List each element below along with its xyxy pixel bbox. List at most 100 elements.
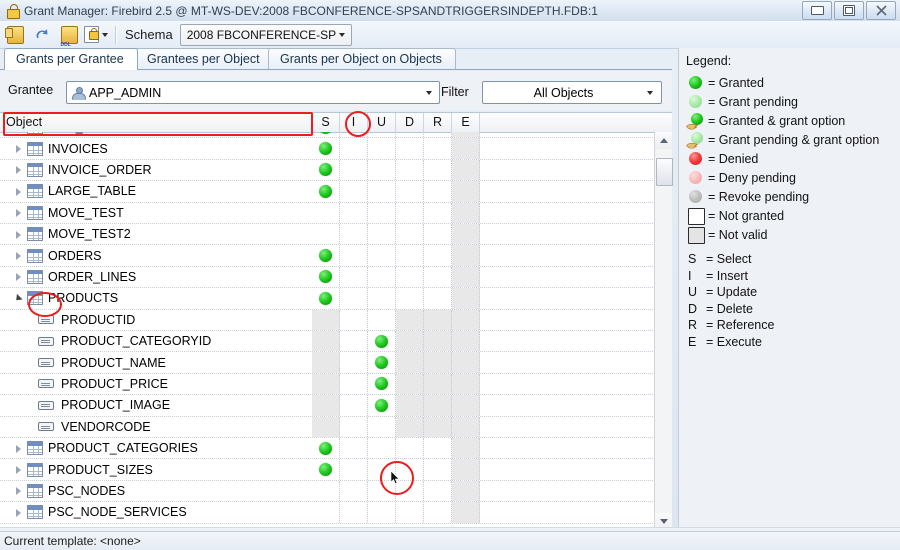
permission-cell-d[interactable] (396, 459, 424, 480)
permission-cell-i[interactable] (340, 138, 368, 159)
scroll-up-arrow-icon[interactable] (655, 132, 672, 149)
table-row[interactable]: PRODUCTID (0, 309, 655, 331)
permission-cell-e[interactable] (452, 266, 480, 288)
permission-cell-r[interactable] (424, 202, 452, 223)
grant-options-button[interactable] (84, 23, 108, 46)
permission-cell-r[interactable] (424, 373, 452, 395)
permission-cell-s[interactable] (312, 224, 340, 245)
permission-cell-r[interactable] (424, 502, 452, 523)
table-row[interactable]: PRODUCTS (0, 288, 655, 310)
expand-triangle-icon[interactable] (12, 484, 25, 497)
permission-cell-i[interactable] (340, 266, 368, 288)
permission-cell-u[interactable] (368, 438, 396, 459)
column-header-update[interactable]: U (368, 113, 396, 132)
expand-triangle-icon[interactable] (12, 132, 25, 134)
undo-button[interactable] (30, 23, 54, 46)
tab-grants-per-object-on-objects[interactable]: Grants per Object on Objects (268, 48, 456, 70)
cell-object[interactable]: PRODUCTID (0, 310, 312, 330)
permission-cell-i[interactable] (340, 502, 368, 523)
table-row[interactable]: PRODUCT_NAME (0, 352, 655, 374)
permission-cell-i[interactable] (340, 181, 368, 202)
permission-cell-u[interactable] (368, 395, 396, 416)
permission-cell-r[interactable] (424, 352, 452, 373)
column-header-select[interactable]: S (312, 113, 340, 132)
permission-cell-e[interactable] (452, 480, 480, 502)
permission-cell-d[interactable] (396, 181, 424, 202)
tab-grants-per-grantee[interactable]: Grants per Grantee (4, 48, 138, 70)
permission-cell-e[interactable] (452, 288, 480, 309)
permission-cell-e[interactable] (452, 416, 480, 437)
permission-cell-s[interactable] (312, 480, 340, 502)
permission-cell-r[interactable] (424, 138, 452, 159)
expand-triangle-icon[interactable] (12, 442, 25, 455)
cell-object[interactable]: ORDER_LINES (0, 267, 312, 287)
permission-cell-u[interactable] (368, 459, 396, 480)
permission-cell-u[interactable] (368, 245, 396, 266)
permission-cell-e[interactable] (452, 245, 480, 266)
permission-cell-u[interactable] (368, 309, 396, 330)
permission-cell-i[interactable] (340, 373, 368, 395)
permission-cell-u[interactable] (368, 138, 396, 159)
permission-cell-s[interactable] (312, 159, 340, 181)
permission-cell-e[interactable] (452, 309, 480, 330)
permission-cell-i[interactable] (340, 159, 368, 181)
permission-cell-e[interactable] (452, 202, 480, 223)
permission-cell-u[interactable] (368, 373, 396, 395)
permission-cell-e[interactable] (452, 181, 480, 202)
permission-cell-d[interactable] (396, 352, 424, 373)
table-row[interactable]: INVOICE_ORDER (0, 159, 655, 182)
permission-cell-d[interactable] (396, 245, 424, 266)
permission-cell-d[interactable] (396, 331, 424, 352)
permission-cell-r[interactable] (424, 159, 452, 181)
close-button[interactable] (866, 1, 896, 20)
table-row[interactable]: PSC_NODES (0, 480, 655, 503)
permission-cell-d[interactable] (396, 288, 424, 309)
permission-cell-i[interactable] (340, 480, 368, 502)
permission-cell-s[interactable] (312, 309, 340, 330)
expand-triangle-icon[interactable] (12, 206, 25, 219)
table-row[interactable]: PRODUCT_CATEGORIES (0, 438, 655, 460)
table-row[interactable]: ORDERS (0, 245, 655, 267)
table-row[interactable]: MOVE_TEST (0, 202, 655, 224)
permission-cell-r[interactable] (424, 395, 452, 416)
permission-cell-i[interactable] (340, 459, 368, 480)
expand-triangle-icon[interactable] (12, 249, 25, 262)
cell-object[interactable]: PRODUCTS (0, 288, 312, 308)
collapse-triangle-icon[interactable] (12, 292, 25, 305)
column-header-insert[interactable]: I (340, 113, 368, 132)
expand-triangle-icon[interactable] (12, 163, 25, 176)
table-row[interactable]: PSC_NODE_SERVICES (0, 502, 655, 524)
table-row[interactable]: PRODUCT_CATEGORYID (0, 331, 655, 353)
permission-cell-r[interactable] (424, 309, 452, 330)
permission-cell-s[interactable] (312, 438, 340, 459)
permission-cell-d[interactable] (396, 202, 424, 223)
permission-cell-i[interactable] (340, 331, 368, 352)
column-header-reference[interactable]: R (424, 113, 452, 132)
maximize-button[interactable] (834, 1, 864, 20)
permission-cell-u[interactable] (368, 159, 396, 181)
cell-object[interactable]: PRODUCT_CATEGORIES (0, 438, 312, 458)
permission-cell-r[interactable] (424, 266, 452, 288)
expand-triangle-icon[interactable] (12, 185, 25, 198)
cell-object[interactable]: PRODUCT_NAME (0, 352, 312, 372)
cell-object[interactable]: ORDERS (0, 245, 312, 265)
permission-cell-i[interactable] (340, 309, 368, 330)
permission-cell-u[interactable] (368, 331, 396, 352)
permission-cell-u[interactable] (368, 181, 396, 202)
permission-cell-d[interactable] (396, 159, 424, 181)
permission-cell-u[interactable] (368, 288, 396, 309)
expand-triangle-icon[interactable] (12, 506, 25, 519)
cell-object[interactable]: MOVE_TEST2 (0, 224, 312, 244)
table-row[interactable]: LARGE_TABLE (0, 181, 655, 203)
column-header-delete[interactable]: D (396, 113, 424, 132)
permission-cell-r[interactable] (424, 181, 452, 202)
permission-cell-i[interactable] (340, 245, 368, 266)
permission-cell-s[interactable] (312, 416, 340, 437)
cell-object[interactable]: PSC_NODES (0, 481, 312, 501)
grid-vertical-scrollbar[interactable] (654, 132, 673, 530)
permission-cell-e[interactable] (452, 373, 480, 395)
permission-cell-e[interactable] (452, 395, 480, 416)
cell-object[interactable]: PRODUCT_PRICE (0, 374, 312, 394)
permission-cell-r[interactable] (424, 245, 452, 266)
cell-object[interactable]: INVOICE_ORDER (0, 160, 312, 180)
